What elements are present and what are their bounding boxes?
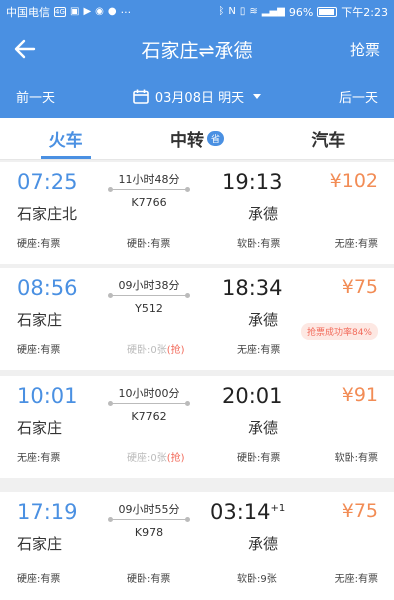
grab-label: (抢) xyxy=(166,345,185,356)
seat-info: 无座:有票 xyxy=(17,453,61,464)
train-card[interactable]: 08:56 石家庄 09小时38分 Y512 18:34 承德 ¥75 抢票成功… xyxy=(0,268,394,370)
seat-info-soldout[interactable]: 硬座:0张(抢) xyxy=(127,449,185,464)
battery-icon xyxy=(317,7,338,17)
notification-icon: ▣ xyxy=(70,6,80,17)
prev-day-button[interactable]: 前一天 xyxy=(16,87,55,106)
clock: 下午2:23 xyxy=(341,6,388,19)
nfc-icon: N xyxy=(228,6,236,17)
train-number: K7766 xyxy=(131,196,167,209)
arrival-station: 承德 xyxy=(248,311,279,329)
status-right: ᛒ N ▯ ≋ ▂▄▆ 96% 下午2:23 xyxy=(218,4,388,20)
vibrate-icon: ▯ xyxy=(239,6,246,17)
tab-label: 中转 xyxy=(169,131,204,151)
trip-duration: 09小时38分 xyxy=(118,279,180,292)
tab-label: 火车 xyxy=(48,131,83,151)
trip-duration: 10小时00分 xyxy=(118,387,180,400)
grab-ticket-button[interactable]: 抢票 xyxy=(350,39,380,60)
arrival-station: 承德 xyxy=(248,419,279,437)
seat-info: 硬卧:有票 xyxy=(237,453,281,464)
duration-line xyxy=(108,187,190,192)
back-button[interactable] xyxy=(14,29,54,69)
tab-train[interactable]: 火车 xyxy=(0,118,131,159)
arrival-station: 承德 xyxy=(248,535,279,553)
chat-icon: ● xyxy=(107,6,117,17)
date-bar: 前一天 03月08日 明天 后一天 xyxy=(0,74,394,118)
seat-availability: 硬座:有票 硬卧:有票 软卧:有票 无座:有票 xyxy=(0,235,394,253)
duration-line xyxy=(108,401,190,406)
departure-time: 10:01 xyxy=(17,384,78,408)
seat-availability: 硬座:有票 硬卧:有票 软卧:9张 无座:有票 xyxy=(0,570,394,588)
seat-info: 无座:有票 xyxy=(334,574,378,585)
seat-info-soldout[interactable]: 硬卧:0张(抢) xyxy=(127,341,185,356)
status-left: 中国电信 4G ▣ ▶ ◉ ● ··· xyxy=(6,4,218,20)
seat-info: 硬座:有票 xyxy=(17,239,61,250)
seat-info: 硬座:有票 xyxy=(17,345,61,356)
tab-bus[interactable]: 汽车 xyxy=(263,118,394,159)
page-title-wrap: 石家庄⇌承德 xyxy=(0,36,394,63)
save-badge: 省 xyxy=(206,131,224,146)
duration-line xyxy=(108,293,190,298)
departure-time: 17:19 xyxy=(17,500,78,524)
grab-success-rate: 抢票成功率84% xyxy=(300,323,378,340)
ticket-price: ¥102 xyxy=(329,170,378,192)
train-card[interactable]: 07:25 石家庄北 11小时48分 K7766 19:13 承德 ¥102 硬… xyxy=(0,162,394,264)
arrival-station: 承德 xyxy=(248,205,279,223)
train-number: K978 xyxy=(134,526,164,539)
departure-time: 08:56 xyxy=(17,276,78,300)
departure-time: 07:25 xyxy=(17,170,78,194)
departure-station: 石家庄 xyxy=(17,419,63,437)
train-number: K7762 xyxy=(131,410,167,423)
signal-icon: ▂▄▆ xyxy=(261,6,285,17)
grab-label: (抢) xyxy=(166,453,185,464)
bluetooth-icon: ᛒ xyxy=(218,6,225,17)
ticket-price: ¥91 xyxy=(341,384,378,406)
trip-duration: 11小时48分 xyxy=(118,173,180,186)
departure-station: 石家庄 xyxy=(17,311,63,329)
seat-info: 硬卧:有票 xyxy=(127,239,171,250)
arrival-time: 18:34 xyxy=(222,276,283,300)
duration-line xyxy=(108,517,190,522)
train-number: Y512 xyxy=(135,302,163,315)
more-notifications: ··· xyxy=(120,5,132,19)
seat-availability: 硬座:有票 硬卧:0张(抢) 无座:有票 xyxy=(0,341,394,359)
train-card[interactable]: 17:19 石家庄 09小时55分 K978 03:14+1 承德 ¥75 硬座… xyxy=(0,492,394,600)
tab-label: 汽车 xyxy=(311,131,346,151)
arrival-time: 20:01 xyxy=(222,384,283,408)
battery-percent: 96% xyxy=(288,5,314,19)
chevron-down-icon xyxy=(253,93,262,99)
date-picker[interactable]: 03月08日 明天 xyxy=(133,87,262,106)
seat-info: 硬卧:有票 xyxy=(127,574,171,585)
4g-icon: 4G xyxy=(54,7,66,17)
trip-duration: 09小时55分 xyxy=(118,503,180,516)
seat-info: 无座:有票 xyxy=(334,239,378,250)
seat-availability: 无座:有票 硬座:0张(抢) 硬卧:有票 软卧:有票 xyxy=(0,449,394,467)
wechat-icon: ◉ xyxy=(95,6,104,17)
tab-transfer[interactable]: 中转 省 xyxy=(131,118,262,159)
current-date: 03月08日 明天 xyxy=(154,90,245,106)
page-title: 石家庄⇌承德 xyxy=(141,39,253,62)
nav-bar: 石家庄⇌承德 抢票 xyxy=(0,24,394,74)
transport-tabs: 火车 中转 省 汽车 xyxy=(0,118,394,160)
seat-info: 无座:有票 xyxy=(237,345,281,356)
calendar-icon xyxy=(133,89,149,104)
departure-station: 石家庄 xyxy=(17,535,63,553)
seat-info: 软卧:有票 xyxy=(334,453,378,464)
carrier-label: 中国电信 xyxy=(6,6,50,19)
departure-station: 石家庄北 xyxy=(17,205,78,223)
wifi-icon: ≋ xyxy=(249,6,258,17)
next-day-mark: +1 xyxy=(270,503,286,514)
ticket-price: ¥75 xyxy=(341,276,378,298)
ticket-price: ¥75 xyxy=(341,500,378,522)
play-icon: ▶ xyxy=(83,6,92,17)
seat-info: 软卧:有票 xyxy=(237,239,281,250)
seat-info: 硬座:有票 xyxy=(17,574,61,585)
next-day-button[interactable]: 后一天 xyxy=(339,87,378,106)
train-card[interactable]: 10:01 石家庄 10小时00分 K7762 20:01 承德 ¥91 无座:… xyxy=(0,376,394,478)
seat-info: 软卧:9张 xyxy=(237,574,277,585)
arrival-time: 19:13 xyxy=(222,170,283,194)
status-bar: 中国电信 4G ▣ ▶ ◉ ● ··· ᛒ N ▯ ≋ ▂▄▆ 96% 下午2:… xyxy=(0,0,394,24)
back-arrow-icon xyxy=(14,39,36,59)
arrival-time: 03:14+1 xyxy=(210,500,286,524)
